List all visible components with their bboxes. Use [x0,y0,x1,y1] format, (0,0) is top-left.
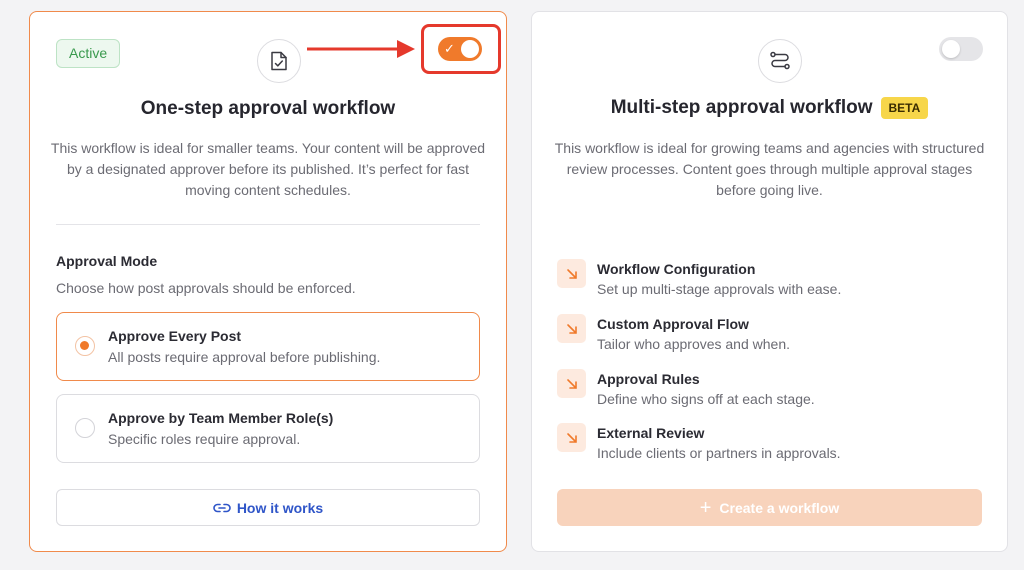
beta-badge: BETA [880,97,929,119]
option-title: Approve Every Post [108,328,242,344]
multi-step-workflow-card: Multi-step approval workflow BETA This w… [531,11,1008,552]
option-title: Approve by Team Member Role(s) [108,410,334,426]
link-icon [213,503,231,512]
radio-unselected[interactable] [75,418,95,438]
feature-title: External Review [597,425,705,441]
multi-step-description: This workflow is ideal for growing teams… [554,140,985,198]
create-workflow-button[interactable]: + Create a workflow [557,489,982,526]
arrow-down-right-icon [557,423,586,452]
feature-title: Custom Approval Flow [597,316,749,332]
arrow-down-right-icon [557,369,586,398]
one-step-title: One-step approval workflow [140,98,396,119]
approval-mode-heading: Approval Mode [56,253,158,269]
plus-icon: + [699,496,712,519]
toggle-knob [461,40,479,58]
create-workflow-label: Create a workflow [719,499,840,516]
option-approve-by-role[interactable]: Approve by Team Member Role(s) Specific … [56,394,480,463]
how-it-works-label: How it works [236,499,324,516]
approval-mode-subheading: Choose how post approvals should be enfo… [56,280,356,296]
feature-subtitle: Tailor who approves and when. [597,336,791,352]
workflow-route-icon [758,39,802,83]
multi-step-title-row: Multi-step approval workflow BETA [532,97,1007,119]
document-check-icon [257,39,301,83]
one-step-description: This workflow is ideal for smaller teams… [50,140,486,198]
option-approve-every-post[interactable]: Approve Every Post All posts require app… [56,312,480,381]
one-step-toggle[interactable]: ✓ [438,37,482,61]
feature-subtitle: Include clients or partners in approvals… [597,445,841,461]
active-status-badge: Active [56,39,121,68]
multi-step-title: Multi-step approval workflow [610,97,873,118]
check-icon: ✓ [444,41,455,56]
how-it-works-button[interactable]: How it works [56,489,480,526]
feature-title: Approval Rules [597,371,700,387]
option-subtitle: All posts require approval before publis… [108,349,381,365]
one-step-workflow-card: Active ✓ One-step approval workflow This… [29,11,507,552]
toggle-knob [942,40,960,58]
divider [56,224,480,225]
arrow-down-right-icon [557,314,586,343]
arrow-down-right-icon [557,259,586,288]
option-subtitle: Specific roles require approval. [108,431,301,447]
feature-subtitle: Set up multi-stage approvals with ease. [597,281,842,297]
multi-step-toggle[interactable] [939,37,983,61]
red-arrow-icon [307,40,415,58]
feature-title: Workflow Configuration [597,261,756,277]
feature-subtitle: Define who signs off at each stage. [597,391,815,407]
radio-selected[interactable] [75,336,95,356]
